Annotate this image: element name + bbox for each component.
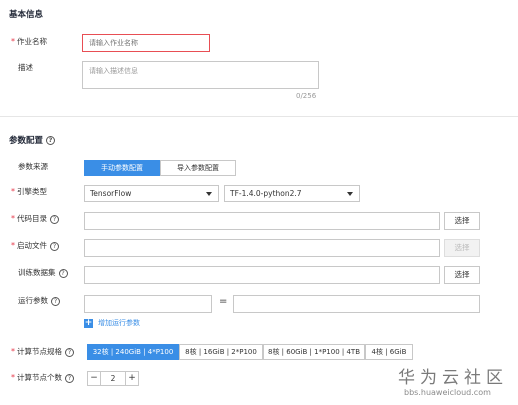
spec-option-2[interactable]: 8核 | 16GiB | 2*P100 xyxy=(179,344,263,360)
startup-file-label: * 启动文件? xyxy=(11,240,59,252)
engine-type-label: * 引擎类型 xyxy=(11,186,47,198)
engine-type-value: TensorFlow xyxy=(90,189,132,198)
job-name-input[interactable] xyxy=(82,34,210,52)
required-marker: * xyxy=(11,37,15,46)
plus-icon: + xyxy=(84,317,93,328)
add-run-param-text: 增加运行参数 xyxy=(98,319,140,327)
decrement-button[interactable]: − xyxy=(87,371,101,386)
run-params-label-text: 运行参数 xyxy=(18,296,48,305)
required-marker: * xyxy=(11,241,15,250)
spec-option-4[interactable]: 4核 | 6GiB xyxy=(365,344,413,360)
add-run-param-link[interactable]: + 增加运行参数 xyxy=(84,318,140,328)
dataset-select-button[interactable]: 选择 xyxy=(444,266,480,284)
help-icon[interactable]: ? xyxy=(50,241,59,251)
job-name-label: * 作业名称 xyxy=(11,36,47,48)
dataset-input[interactable] xyxy=(84,266,440,284)
node-spec-label-text: 计算节点规格 xyxy=(17,347,62,356)
node-count-label-text: 计算节点个数 xyxy=(17,373,62,382)
watermark-title: 华为云社区 xyxy=(398,368,508,388)
engine-version-select[interactable]: TF-1.4.0-python2.7 xyxy=(224,185,360,202)
node-count-value[interactable]: 2 xyxy=(101,371,125,386)
help-icon[interactable]: ? xyxy=(65,347,74,357)
run-param-value-input[interactable] xyxy=(233,295,480,313)
spec-option-3[interactable]: 8核 | 60GiB | 1*P100 | 4TB xyxy=(263,344,365,360)
param-config-title-text: 参数配置 xyxy=(9,136,44,146)
description-placeholder: 请输入描述信息 xyxy=(89,67,138,75)
engine-type-label-text: 引擎类型 xyxy=(17,187,47,196)
job-name-label-text: 作业名称 xyxy=(17,37,47,46)
param-source-label: 参数来源 xyxy=(18,162,48,171)
help-icon[interactable]: ? xyxy=(65,373,74,383)
help-icon[interactable]: ? xyxy=(46,136,56,145)
tab-import-params[interactable]: 导入参数配置 xyxy=(160,160,236,176)
startup-file-label-text: 启动文件 xyxy=(17,241,47,250)
startup-file-select-button[interactable]: 选择 xyxy=(444,239,480,257)
required-marker: * xyxy=(11,347,15,356)
watermark-url: bbs.huaweicloud.com xyxy=(404,388,491,397)
dataset-label: 训练数据集? xyxy=(18,267,68,279)
basic-info-title: 基本信息 xyxy=(9,10,44,20)
help-icon[interactable]: ? xyxy=(58,268,68,278)
code-dir-select-button[interactable]: 选择 xyxy=(444,212,480,230)
help-icon[interactable]: ? xyxy=(51,296,60,306)
chevron-down-icon xyxy=(347,192,353,196)
startup-file-input[interactable] xyxy=(84,239,440,257)
description-counter: 0/256 xyxy=(296,92,317,100)
help-icon[interactable]: ? xyxy=(50,214,59,224)
spec-option-1[interactable]: 32核 | 240GiB | 4*P100 xyxy=(87,344,179,360)
code-dir-label: * 代码目录? xyxy=(11,213,59,225)
description-label: 描述 xyxy=(18,63,33,72)
code-dir-input[interactable] xyxy=(84,212,440,230)
required-marker: * xyxy=(11,214,15,223)
section-divider xyxy=(0,116,518,117)
node-spec-label: * 计算节点规格? xyxy=(11,346,74,358)
increment-button[interactable]: + xyxy=(125,371,139,386)
chevron-down-icon xyxy=(206,192,212,196)
node-count-label: * 计算节点个数? xyxy=(11,372,74,384)
dataset-label-text: 训练数据集 xyxy=(18,268,56,277)
engine-type-select[interactable]: TensorFlow xyxy=(84,185,219,202)
node-count-stepper[interactable]: − 2 + xyxy=(87,371,139,386)
equals-sign: = xyxy=(219,296,228,307)
required-marker: * xyxy=(11,187,15,196)
engine-version-value: TF-1.4.0-python2.7 xyxy=(230,189,302,198)
run-param-key-input[interactable] xyxy=(84,295,212,313)
tab-manual-params[interactable]: 手动参数配置 xyxy=(84,160,160,176)
description-textarea[interactable]: 请输入描述信息 xyxy=(82,61,319,89)
code-dir-label-text: 代码目录 xyxy=(17,214,47,223)
param-config-title: 参数配置? xyxy=(9,134,56,146)
required-marker: * xyxy=(11,373,15,382)
run-params-label: 运行参数? xyxy=(18,295,60,307)
